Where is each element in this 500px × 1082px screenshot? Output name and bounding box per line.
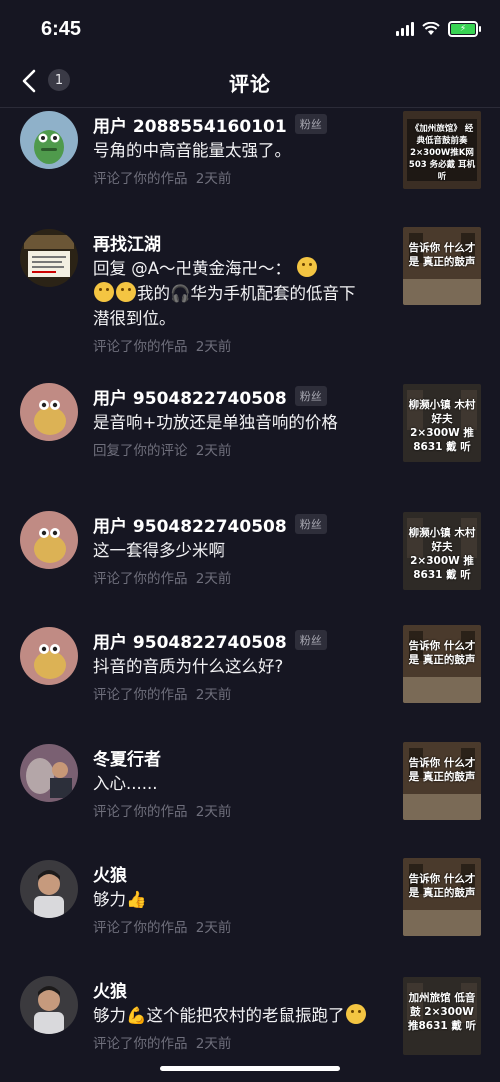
smirk-emoji-icon	[116, 282, 136, 302]
comment-meta: 评论了你的作品 2天前	[93, 171, 232, 187]
comment-meta: 评论了你的作品 2天前	[93, 1036, 232, 1052]
avatar[interactable]	[20, 111, 78, 169]
avatar[interactable]	[20, 860, 78, 918]
fan-badge: 粉丝	[294, 386, 327, 406]
grinning-emoji-icon	[345, 1004, 366, 1024]
fan-badge: 粉丝	[294, 630, 327, 650]
mention-name[interactable]: 卍黄金海卍	[176, 259, 259, 278]
comment-meta: 评论了你的作品 2天前	[93, 339, 232, 355]
status-bar: 6:45 ⚡	[0, 0, 500, 56]
flexed-biceps-icon: 💪	[126, 1006, 147, 1025]
username[interactable]: 用户 9504822740508	[93, 384, 287, 409]
username[interactable]: 用户 2088554160101	[93, 112, 287, 137]
fan-badge: 粉丝	[294, 514, 327, 534]
fan-badge: 粉丝	[294, 114, 327, 134]
comment-item[interactable]: 再找江湖 回复 @A〜卍黄金海卍〜： 我的🎧华为手机配套的低音下潜很到位。 评论…	[0, 226, 500, 356]
thumbnail-caption: 告诉你 什么才是 真正的鼓声	[408, 873, 476, 899]
video-thumbnail[interactable]: 加州旅馆 低音鼓 2×300W 推8631 戴 听	[403, 977, 481, 1055]
comment-text: 回复 @A〜卍黄金海卍〜： 我的🎧华为手机配套的低音下潜很到位。	[93, 256, 363, 331]
video-thumbnail[interactable]: 告诉你 什么才是 真正的鼓声	[403, 625, 481, 703]
smirk-emoji-icon	[94, 282, 114, 302]
video-thumbnail[interactable]: 告诉你 什么才是 真正的鼓声	[403, 858, 481, 936]
comment-meta: 评论了你的作品 2天前	[93, 571, 232, 587]
comment-item[interactable]: 火狼 够力👍 评论了你的作品 2天前 告诉你 什么才是 真正的鼓声	[0, 857, 500, 973]
wifi-icon	[422, 22, 440, 35]
thumbnail-caption: 加州旅馆 低音鼓 2×300W 推8631 戴 听	[407, 992, 477, 1032]
avatar[interactable]	[20, 976, 78, 1034]
video-thumbnail[interactable]: 柳濒小镇 木村好夫 2×300W 推8631 戴 听	[403, 384, 481, 462]
comment-item[interactable]: 用户 9504822740508 粉丝 是音响+功放还是单独音响的价格 回复了你…	[0, 380, 500, 496]
status-time: 6:45	[41, 18, 82, 40]
nav-bar: 1 评论	[0, 56, 500, 108]
comment-text: 抖音的音质为什么这么好?	[93, 657, 284, 676]
comment-text: 是音响+功放还是单独音响的价格	[93, 413, 338, 432]
avatar[interactable]	[20, 744, 78, 802]
reply-prefix[interactable]: 回复 @A	[93, 259, 159, 278]
home-indicator	[160, 1066, 340, 1071]
comment-text-part: 我的	[137, 284, 170, 303]
video-thumbnail[interactable]: 《加州旅馆》 经典低音鼓前奏 2×300W推K网503 务必戴 耳机听	[403, 111, 481, 189]
username[interactable]: 再找江湖	[93, 230, 161, 255]
username[interactable]: 冬夏行者	[93, 745, 161, 770]
comment-meta: 评论了你的作品 2天前	[93, 804, 232, 820]
comment-text-part: 够力	[93, 1006, 126, 1025]
comment-item[interactable]: 用户 2088554160101 粉丝 号角的中高音能量太强了。 评论了你的作品…	[0, 108, 500, 224]
username[interactable]: 火狼	[93, 861, 127, 886]
page-title: 评论	[229, 72, 271, 96]
wind-emoji-icon: 〜	[159, 259, 176, 278]
wind-emoji-icon: 〜	[258, 259, 275, 278]
username[interactable]: 火狼	[93, 977, 127, 1002]
video-thumbnail[interactable]: 柳濒小镇 木村好夫 2×300W 推8631 戴 听	[403, 512, 481, 590]
comment-text: 够力💪这个能把农村的老鼠振跑了	[93, 1003, 393, 1028]
status-icons: ⚡	[396, 21, 481, 37]
comment-text-part: 够力	[93, 890, 126, 909]
comment-item[interactable]: 用户 9504822740508 粉丝 抖音的音质为什么这么好? 评论了你的作品…	[0, 624, 500, 740]
video-thumbnail[interactable]: 告诉你 什么才是 真正的鼓声	[403, 742, 481, 820]
comment-meta: 评论了你的作品 2天前	[93, 920, 232, 936]
thumbnail-caption: 柳濒小镇 木村好夫 2×300W 推8631 戴 听	[408, 527, 476, 581]
thumbnail-caption: 告诉你 什么才是 真正的鼓声	[408, 757, 476, 783]
comment-meta: 回复了你的评论 2天前	[93, 443, 232, 459]
avatar[interactable]	[20, 627, 78, 685]
colon-text: ：	[274, 259, 292, 278]
thinking-emoji-icon	[297, 257, 318, 277]
comment-text-part: 这个能把农村的老鼠振跑了	[146, 1006, 345, 1025]
avatar[interactable]	[20, 383, 78, 441]
comment-text: 号角的中高音能量太强了。	[93, 141, 291, 160]
thumbnail-caption: 告诉你 什么才是 真正的鼓声	[408, 242, 476, 268]
username[interactable]: 用户 9504822740508	[93, 628, 287, 653]
thumbnail-caption: 柳濒小镇 木村好夫 2×300W 推8631 戴 听	[408, 399, 476, 453]
headphones-icon: 🎧	[170, 284, 191, 303]
battery-icon: ⚡	[448, 21, 481, 37]
signal-icon	[396, 22, 414, 36]
thumbnail-caption: 告诉你 什么才是 真正的鼓声	[408, 640, 476, 666]
comment-text: 入心......	[93, 774, 158, 793]
comment-item[interactable]: 用户 9504822740508 粉丝 这一套得多少米啊 评论了你的作品 2天前…	[0, 508, 500, 624]
username[interactable]: 用户 9504822740508	[93, 512, 287, 537]
comment-meta: 评论了你的作品 2天前	[93, 687, 232, 703]
comment-text: 这一套得多少米啊	[93, 541, 225, 560]
video-thumbnail[interactable]: 告诉你 什么才是 真正的鼓声	[403, 227, 481, 305]
avatar[interactable]	[20, 229, 78, 287]
thumbnail-caption: 《加州旅馆》 经典低音鼓前奏 2×300W推K网503 务必戴 耳机听	[408, 124, 476, 182]
comment-item[interactable]: 冬夏行者 入心...... 评论了你的作品 2天前 告诉你 什么才是 真正的鼓声	[0, 741, 500, 857]
avatar[interactable]	[20, 511, 78, 569]
comment-text: 够力👍	[93, 887, 393, 912]
thumbs-up-icon: 👍	[126, 890, 147, 909]
